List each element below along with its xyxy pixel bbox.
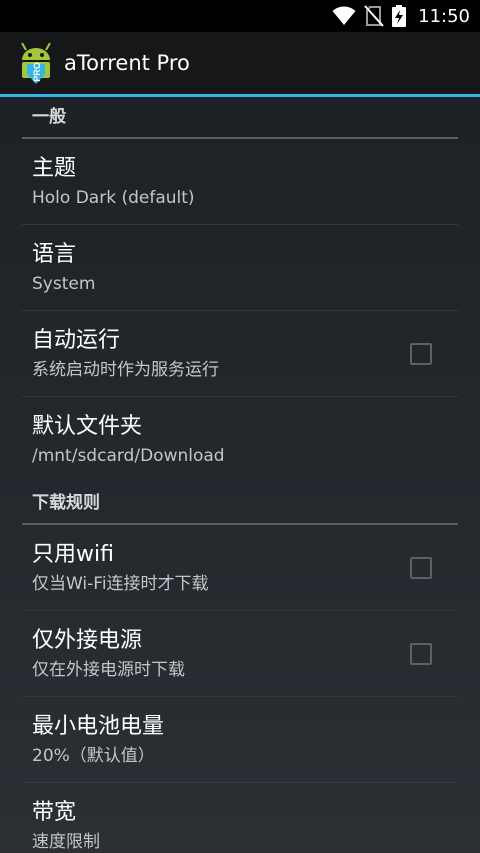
pref-title: 主题 <box>32 155 77 181</box>
settings-list: 一般 主题 Holo Dark (default) 语言 System 自动运行… <box>0 97 480 853</box>
action-bar: PRO aTorrent Pro <box>0 32 480 94</box>
pref-summary: Holo Dark (default) <box>32 187 195 208</box>
pref-summary: 20%（默认值） <box>32 745 155 766</box>
pref-language[interactable]: 语言 System <box>22 225 458 311</box>
pref-summary: /mnt/sdcard/Download <box>32 446 225 466</box>
pref-title: 默认文件夹 <box>32 414 143 439</box>
pref-wifi-only[interactable]: 只用wifi 仅当Wi-Fi连接时才下载 <box>22 525 458 611</box>
status-bar: 11:50 <box>0 0 480 32</box>
pref-external-power[interactable]: 仅外接电源 仅在外接电源时下载 <box>22 611 458 697</box>
pref-summary: System <box>32 273 96 294</box>
pref-title: 最小电池电量 <box>32 713 165 739</box>
wifi-only-checkbox[interactable] <box>410 556 432 579</box>
pref-summary: 速度限制 <box>32 832 100 852</box>
pref-summary: 仅在外接电源时下载 <box>32 659 185 680</box>
battery-charging-icon <box>392 5 407 27</box>
no-sim-icon <box>364 5 384 27</box>
pref-title: 仅外接电源 <box>32 627 143 653</box>
section-header-download-rules: 下载规则 <box>22 483 458 525</box>
wifi-icon <box>332 6 356 25</box>
pref-default-folder[interactable]: 默认文件夹 /mnt/sdcard/Download <box>22 397 458 483</box>
svg-text:PRO: PRO <box>32 62 42 82</box>
pref-summary: 系统启动时作为服务运行 <box>32 359 219 380</box>
pref-summary: 仅当Wi-Fi连接时才下载 <box>32 573 209 594</box>
pref-bandwidth[interactable]: 带宽 速度限制 <box>22 783 458 853</box>
pref-title: 自动运行 <box>32 327 121 353</box>
external-power-checkbox[interactable] <box>410 642 432 665</box>
autostart-checkbox[interactable] <box>410 342 432 365</box>
android-pro-icon[interactable]: PRO <box>16 40 56 86</box>
pref-min-battery[interactable]: 最小电池电量 20%（默认值） <box>22 697 458 783</box>
app-title: aTorrent Pro <box>64 51 190 75</box>
section-header-general: 一般 <box>22 97 458 139</box>
pref-autostart[interactable]: 自动运行 系统启动时作为服务运行 <box>22 311 458 397</box>
pref-title: 只用wifi <box>32 541 114 567</box>
pref-title: 带宽 <box>32 800 77 825</box>
pref-title: 语言 <box>32 241 77 267</box>
status-time: 11:50 <box>418 5 470 27</box>
pref-theme[interactable]: 主题 Holo Dark (default) <box>22 139 458 225</box>
